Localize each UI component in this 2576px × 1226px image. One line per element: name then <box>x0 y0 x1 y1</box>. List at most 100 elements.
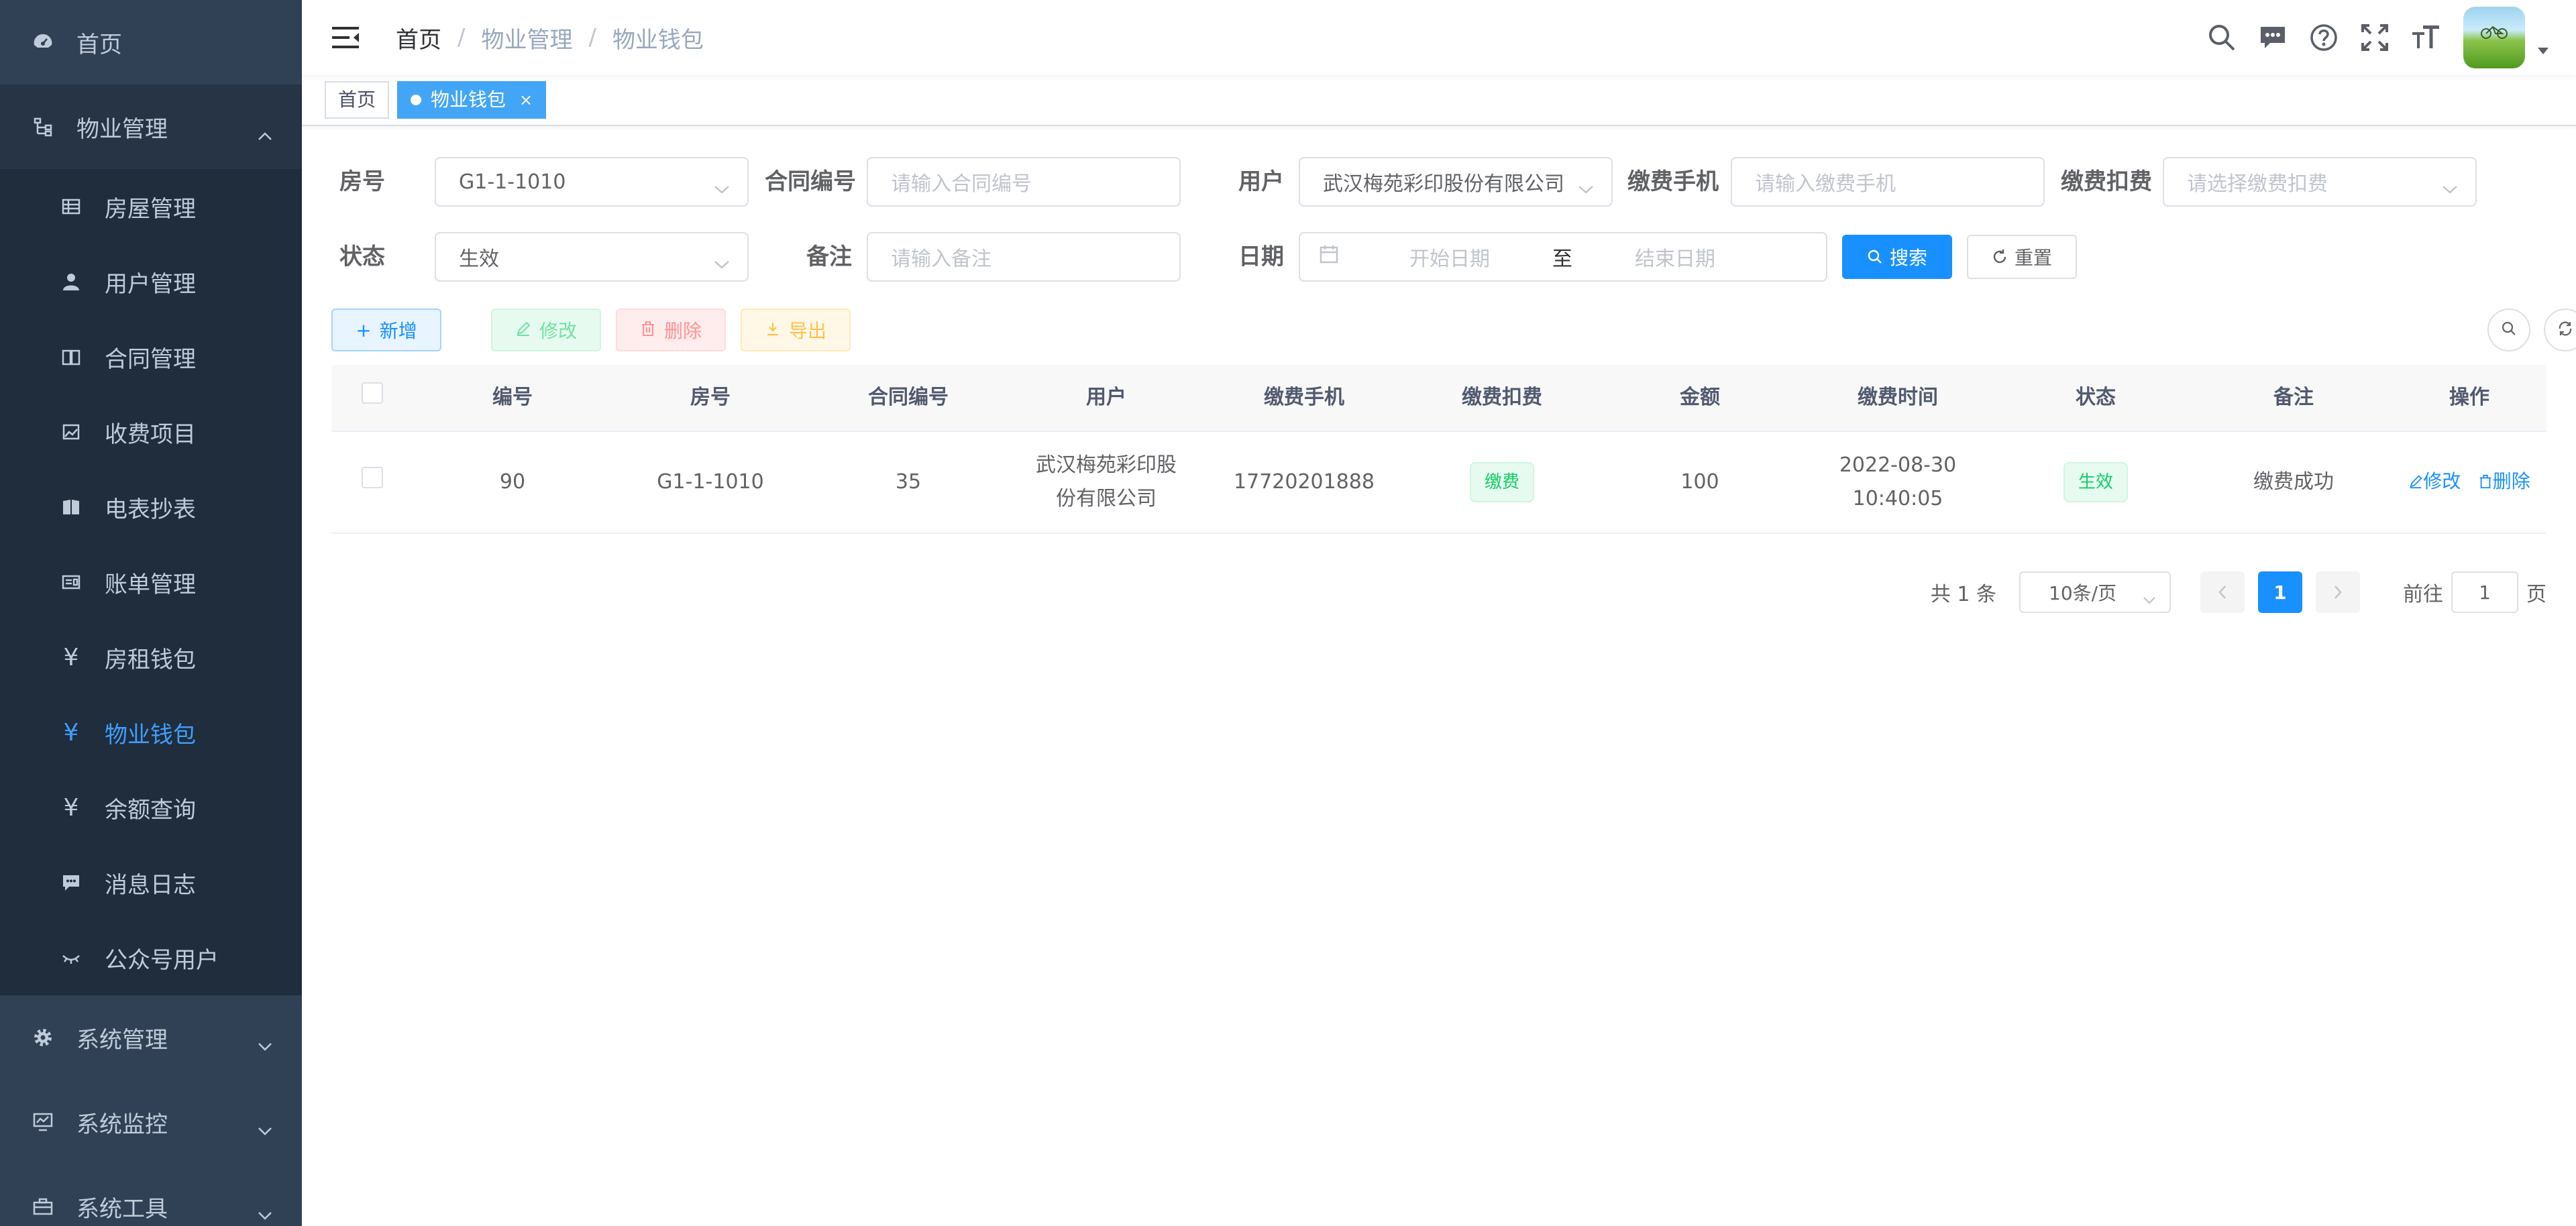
sidebar-item-message-log[interactable]: 消息日志 <box>0 845 302 920</box>
sidebar-item-property[interactable]: 物业管理 <box>0 85 302 169</box>
message-icon[interactable] <box>2255 20 2290 55</box>
sidebar-item-balance[interactable]: ¥ 余额查询 <box>0 770 302 845</box>
download-icon <box>765 319 781 341</box>
select-all-checkbox[interactable] <box>362 382 383 404</box>
phone-placeholder: 请输入缴费手机 <box>1755 172 1896 196</box>
tag-property-wallet[interactable]: 物业钱包 × <box>397 81 547 119</box>
sidebar-item-wechat-users[interactable]: 公众号用户 <box>0 920 302 995</box>
sidebar-item-system[interactable]: 系统管理 <box>0 995 302 1080</box>
sidebar-item-label: 系统工具 <box>76 1195 168 1223</box>
book-icon <box>59 345 83 369</box>
hamburger-icon[interactable] <box>326 17 366 58</box>
monitor-icon <box>30 1109 56 1135</box>
delete-button[interactable]: 删除 <box>616 309 726 351</box>
col-header[interactable]: 用户 <box>1008 381 1205 414</box>
room-label: 房号 <box>339 168 385 195</box>
page-number-current[interactable]: 1 <box>2258 571 2302 613</box>
breadcrumb-current: 物业钱包 <box>612 26 704 54</box>
main-area: 首页 / 物业管理 / 物业钱包 首页 物业钱包 × 房号 G1-1-1010 … <box>302 0 2576 1226</box>
date-range-picker[interactable]: 开始日期 至 结束日期 <box>1299 232 1827 282</box>
chevron-down-icon <box>258 1115 272 1142</box>
add-button[interactable]: + 新增 <box>331 309 441 351</box>
row-delete-label: 删除 <box>2492 470 2530 492</box>
reset-button[interactable]: 重置 <box>1967 235 2077 279</box>
col-header[interactable]: 金额 <box>1601 381 1799 414</box>
remark-input[interactable]: 请输入备注 <box>867 232 1181 282</box>
sidebar-item-rent-wallet[interactable]: ¥ 房租钱包 <box>0 620 302 695</box>
gear-icon <box>30 1024 56 1051</box>
phone-input[interactable]: 请输入缴费手机 <box>1731 157 2045 207</box>
deduct-tag: 缴费 <box>1469 462 1534 502</box>
font-size-icon[interactable] <box>2408 20 2443 55</box>
contract-input[interactable]: 请输入合同编号 <box>867 157 1181 207</box>
user-select[interactable]: 武汉梅苑彩印股份有限公司 <box>1299 157 1613 207</box>
col-header[interactable]: 房号 <box>612 381 809 414</box>
refresh-icon <box>1992 249 2008 265</box>
table-row[interactable]: 90 G1-1-1010 35 武汉梅苑彩印股 份有限公司 1772020188… <box>331 432 2546 534</box>
col-header[interactable]: 缴费时间 <box>1799 381 1996 414</box>
col-header[interactable]: 编号 <box>413 381 612 414</box>
cell-remark: 缴费成功 <box>2253 470 2334 494</box>
fullscreen-icon[interactable] <box>2357 20 2392 55</box>
search-button-label: 搜索 <box>1889 247 1927 269</box>
chevron-right-icon <box>2334 586 2342 599</box>
search-icon[interactable] <box>2204 20 2239 55</box>
col-header[interactable]: 备注 <box>2195 381 2392 414</box>
active-dot <box>411 95 422 105</box>
room-value: G1-1-1010 <box>459 170 566 194</box>
sidebar-item-monitor[interactable]: 系统监控 <box>0 1080 302 1164</box>
export-button-label: 导出 <box>788 320 826 342</box>
export-button[interactable]: 导出 <box>741 309 851 351</box>
sidebar-item-tools[interactable]: 系统工具 <box>0 1164 302 1226</box>
sidebar-item-meter[interactable]: 电表抄表 <box>0 469 302 545</box>
sidebar-item-bills[interactable]: 账单管理 <box>0 545 302 620</box>
sidebar-item-users[interactable]: 用户管理 <box>0 244 302 319</box>
goto-page-input[interactable]: 1 <box>2451 571 2518 613</box>
col-header[interactable]: 状态 <box>1996 381 2195 414</box>
tag-home[interactable]: 首页 <box>325 81 390 119</box>
sidebar-item-contracts[interactable]: 合同管理 <box>0 319 302 394</box>
navbar: 首页 / 物业管理 / 物业钱包 <box>302 0 2576 75</box>
date-start-placeholder[interactable]: 开始日期 <box>1379 242 1520 272</box>
sidebar-item-label: 账单管理 <box>105 571 196 598</box>
remark-placeholder: 请输入备注 <box>891 247 991 271</box>
help-icon[interactable] <box>2306 20 2341 55</box>
row-edit-link[interactable]: 修改 <box>2408 465 2461 498</box>
sidebar: 首页 物业管理 房屋管理 用户管理 合同管理 收费项目 电表抄表 账单管理 ¥ … <box>0 0 302 1226</box>
sidebar-item-property-wallet[interactable]: ¥ 物业钱包 <box>0 695 302 770</box>
page-size-select[interactable]: 10条/页 <box>2019 571 2171 613</box>
breadcrumb-home[interactable]: 首页 <box>396 21 441 54</box>
avatar[interactable] <box>2463 7 2525 68</box>
toggle-search-button[interactable] <box>2487 309 2530 351</box>
edit-button[interactable]: 修改 <box>491 309 601 351</box>
search-button[interactable]: 搜索 <box>1842 235 1952 279</box>
cell-actions: 修改 删除 <box>2392 465 2546 500</box>
goto-prefix: 前往 <box>2403 583 2443 606</box>
delete-button-label: 删除 <box>663 320 702 342</box>
toolbox-icon <box>30 1193 56 1220</box>
row-edit-label: 修改 <box>2423 470 2461 492</box>
next-page-button[interactable] <box>2316 571 2360 613</box>
col-header[interactable]: 缴费扣费 <box>1403 381 1601 414</box>
deduct-placeholder: 请选择缴费扣费 <box>2187 172 2328 196</box>
prev-page-button[interactable] <box>2200 571 2245 613</box>
close-icon[interactable]: × <box>519 82 533 117</box>
plus-icon: + <box>356 319 372 341</box>
room-select[interactable]: G1-1-1010 <box>435 157 749 207</box>
chevron-down-icon <box>2442 176 2458 200</box>
refresh-button[interactable] <box>2544 309 2576 351</box>
row-checkbox[interactable] <box>362 467 383 488</box>
col-header[interactable]: 缴费手机 <box>1205 381 1403 414</box>
dashboard-icon <box>30 29 56 56</box>
sidebar-item-house[interactable]: 房屋管理 <box>0 169 302 244</box>
row-delete-link[interactable]: 删除 <box>2478 465 2530 498</box>
status-select[interactable]: 生效 <box>435 232 749 282</box>
contract-label: 合同编号 <box>765 168 856 195</box>
sidebar-item-fees[interactable]: 收费项目 <box>0 394 302 469</box>
date-end-placeholder[interactable]: 结束日期 <box>1605 242 1746 272</box>
col-header[interactable]: 合同编号 <box>809 381 1008 414</box>
deduct-select[interactable]: 请选择缴费扣费 <box>2163 157 2477 207</box>
caret-down-icon[interactable] <box>2537 45 2549 58</box>
sidebar-item-label: 消息日志 <box>105 871 196 899</box>
sidebar-item-home[interactable]: 首页 <box>0 0 302 85</box>
